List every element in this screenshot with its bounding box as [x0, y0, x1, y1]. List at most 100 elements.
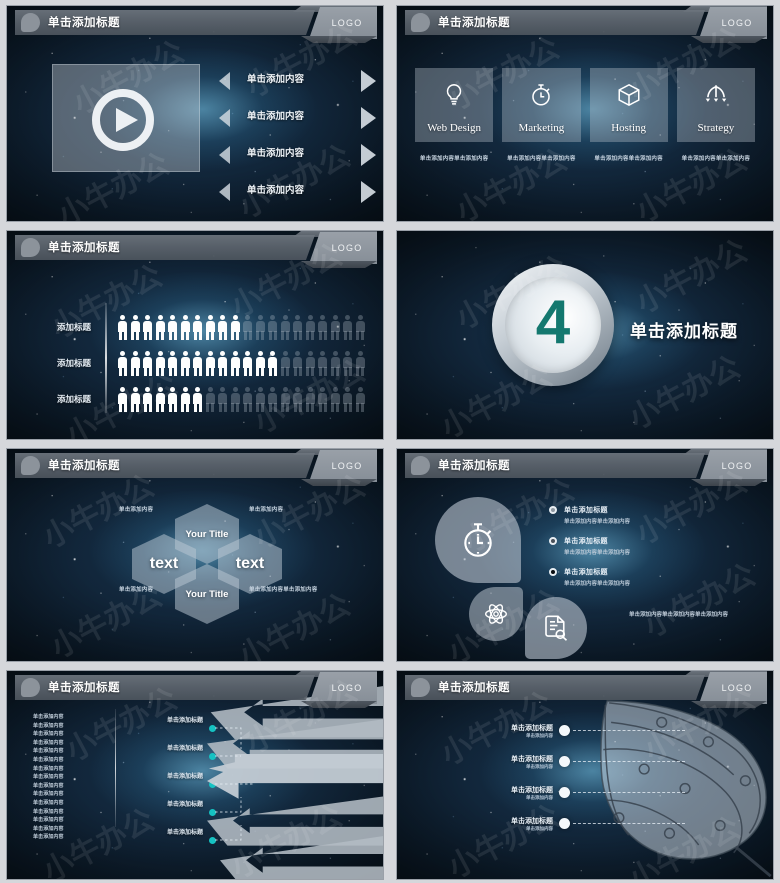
- logo-panel[interactable]: LOGO: [309, 7, 377, 39]
- left-column-line: 单击添加内容: [33, 825, 64, 832]
- person-icon: [230, 386, 241, 412]
- header-badge-icon: [411, 678, 430, 697]
- list-item[interactable]: 单击添加内容: [212, 68, 383, 94]
- list-item[interactable]: 单击添加标题 单击添加内容单击添加内容: [549, 536, 679, 556]
- node-dot-icon: [559, 725, 570, 736]
- slide-cell-3: 单击添加标题 LOGO 添加标题 添加标题 添加标题 小牛办公 小牛办公 小牛办…: [0, 225, 390, 443]
- list-item-sub: 单击添加内容: [526, 764, 553, 769]
- left-column-line: 单击添加内容: [33, 756, 64, 763]
- left-column-line: 单击添加内容: [33, 731, 64, 738]
- hexagon-cluster: Your Title Your Title text text: [132, 504, 282, 624]
- list-item-heading: 单击添加标题: [511, 787, 553, 794]
- triangle-right-icon: [361, 107, 376, 129]
- watermark-text: 小牛办公: [631, 143, 753, 221]
- slide-header: 单击添加标题 LOGO: [7, 671, 383, 700]
- dashed-connector-lines: [215, 727, 255, 841]
- service-card[interactable]: Strategy: [676, 68, 755, 142]
- slide-5-hexagon-diagram[interactable]: 单击添加标题 LOGO Your Title Your Title text t…: [6, 448, 384, 662]
- page-title: 单击添加标题: [48, 682, 120, 694]
- person-icon: [330, 314, 341, 340]
- chart-row-label: 添加标题: [56, 322, 91, 332]
- person-icon: [130, 386, 141, 412]
- person-icon: [305, 350, 316, 376]
- slide-4-section-divider[interactable]: 4 单击添加标题 小牛办公 小牛办公 小牛办公 小牛办公: [396, 230, 774, 440]
- card-caption: 单击添加内容单击添加内容: [594, 156, 663, 162]
- person-icon: [280, 386, 291, 412]
- card-row: Web Design Marketing Hosting Strategy: [415, 68, 755, 142]
- service-card[interactable]: Marketing: [502, 68, 581, 142]
- list-item[interactable]: 单击添加内容: [212, 179, 383, 205]
- slide-6-circle-icons[interactable]: 单击添加标题 LOGO 单击添加标题 单击添加内容单击添加内容 单击添加标题 单…: [396, 448, 774, 662]
- cube-icon: [618, 83, 640, 107]
- service-card-label: Hosting: [611, 122, 647, 134]
- person-icon: [217, 350, 228, 376]
- triangle-left-icon: [219, 183, 230, 201]
- service-card[interactable]: Web Design: [415, 68, 494, 142]
- play-circle-icon[interactable]: [92, 89, 154, 151]
- stopwatch-icon: [464, 523, 492, 557]
- list-item-heading: 单击添加标题: [511, 818, 553, 825]
- leaf-icon: [600, 700, 772, 878]
- person-icon: [217, 314, 228, 340]
- person-icon: [242, 314, 253, 340]
- circle-badge-document[interactable]: [525, 597, 587, 659]
- left-column-line: 单击添加内容: [33, 791, 64, 798]
- logo-panel[interactable]: LOGO: [699, 672, 767, 704]
- slide-8-puzzle-leaf[interactable]: 单击添加标题 LOGO 单击添加标题 单击添加内容 单击添加标题 单击添加内容 …: [396, 670, 774, 880]
- person-icon: [117, 386, 128, 412]
- list-item-label: 单击添加内容: [247, 148, 305, 159]
- person-icon: [205, 350, 216, 376]
- list-item[interactable]: 单击添加标题 单击添加内容单击添加内容: [549, 505, 679, 525]
- circle-badge-stopwatch[interactable]: [435, 497, 521, 583]
- circle-badge-atom[interactable]: [469, 587, 523, 641]
- logo-panel[interactable]: LOGO: [309, 672, 377, 704]
- section-number-ring: 4: [492, 264, 614, 386]
- slide-7-converging-arrows[interactable]: 单击添加标题 LOGO 单击添加内容 单击添加内容 单击添加内容 单击添加内容 单击添加…: [6, 670, 384, 880]
- header-badge-icon: [411, 456, 430, 475]
- dashed-connector: [573, 730, 685, 731]
- logo-panel[interactable]: LOGO: [699, 7, 767, 39]
- left-column-line: 单击添加内容: [33, 722, 64, 729]
- section-number-inner: 4: [505, 277, 601, 373]
- list-item[interactable]: 单击添加标题 单击添加内容: [475, 816, 685, 847]
- list-item-heading: 单击添加标题: [564, 507, 608, 514]
- list-item[interactable]: 单击添加内容: [212, 142, 383, 168]
- left-column-line: 单击添加内容: [33, 739, 64, 746]
- slide-1-video-bullets[interactable]: 单击添加标题 LOGO 单击添加内容 单击添加内容 单击添加内容 单击添加内容 …: [6, 5, 384, 222]
- slide-header: 单击添加标题 LOGO: [397, 449, 773, 478]
- pictogram-row: [117, 309, 373, 345]
- triangle-left-icon: [219, 72, 230, 90]
- list-item[interactable]: 单击添加内容: [212, 105, 383, 131]
- node-dot-icon: [559, 787, 570, 798]
- page-title: 单击添加标题: [438, 682, 510, 694]
- person-icon: [155, 350, 166, 376]
- page-title: 单击添加标题: [48, 242, 120, 254]
- list-item-heading: 单击添加标题: [564, 569, 608, 576]
- slide-cell-7: 单击添加标题 LOGO 单击添加内容 单击添加内容 单击添加内容 单击添加内容 单击添加…: [0, 665, 390, 883]
- list-item[interactable]: 单击添加标题 单击添加内容: [475, 785, 685, 816]
- hexagon-note-bottom-right: 单击添加内容单击添加内容: [249, 587, 318, 593]
- logo-panel[interactable]: LOGO: [309, 232, 377, 264]
- person-icon: [180, 314, 191, 340]
- card-caption: 单击添加内容单击添加内容: [419, 156, 489, 162]
- person-icon: [142, 314, 153, 340]
- logo-panel[interactable]: LOGO: [699, 450, 767, 482]
- list-item[interactable]: 单击添加标题 单击添加内容单击添加内容: [549, 567, 679, 587]
- left-column-line: 单击添加内容: [33, 714, 64, 720]
- left-column-line: 单击添加内容: [33, 834, 64, 841]
- header-badge-icon: [21, 678, 40, 697]
- list-item-heading: 单击添加标题: [511, 725, 553, 732]
- list-item[interactable]: 单击添加标题 单击添加内容: [475, 723, 685, 754]
- slide-3-pictogram-chart[interactable]: 单击添加标题 LOGO 添加标题 添加标题 添加标题 小牛办公 小牛办公 小牛办…: [6, 230, 384, 440]
- bullet-dot-icon: [549, 537, 557, 545]
- page-title: 单击添加标题: [48, 17, 120, 29]
- left-column-line: 单击添加内容: [33, 808, 64, 815]
- logo-panel[interactable]: LOGO: [309, 450, 377, 482]
- chart-row-label: 添加标题: [56, 358, 91, 368]
- vertical-divider: [115, 709, 117, 827]
- list-item[interactable]: 单击添加标题 单击添加内容: [475, 754, 685, 785]
- slide-2-service-cards[interactable]: 单击添加标题 LOGO Web Design Marketing Hosting…: [396, 5, 774, 222]
- trident-icon: [705, 85, 727, 102]
- service-card[interactable]: Hosting: [589, 68, 668, 142]
- person-icon: [292, 386, 303, 412]
